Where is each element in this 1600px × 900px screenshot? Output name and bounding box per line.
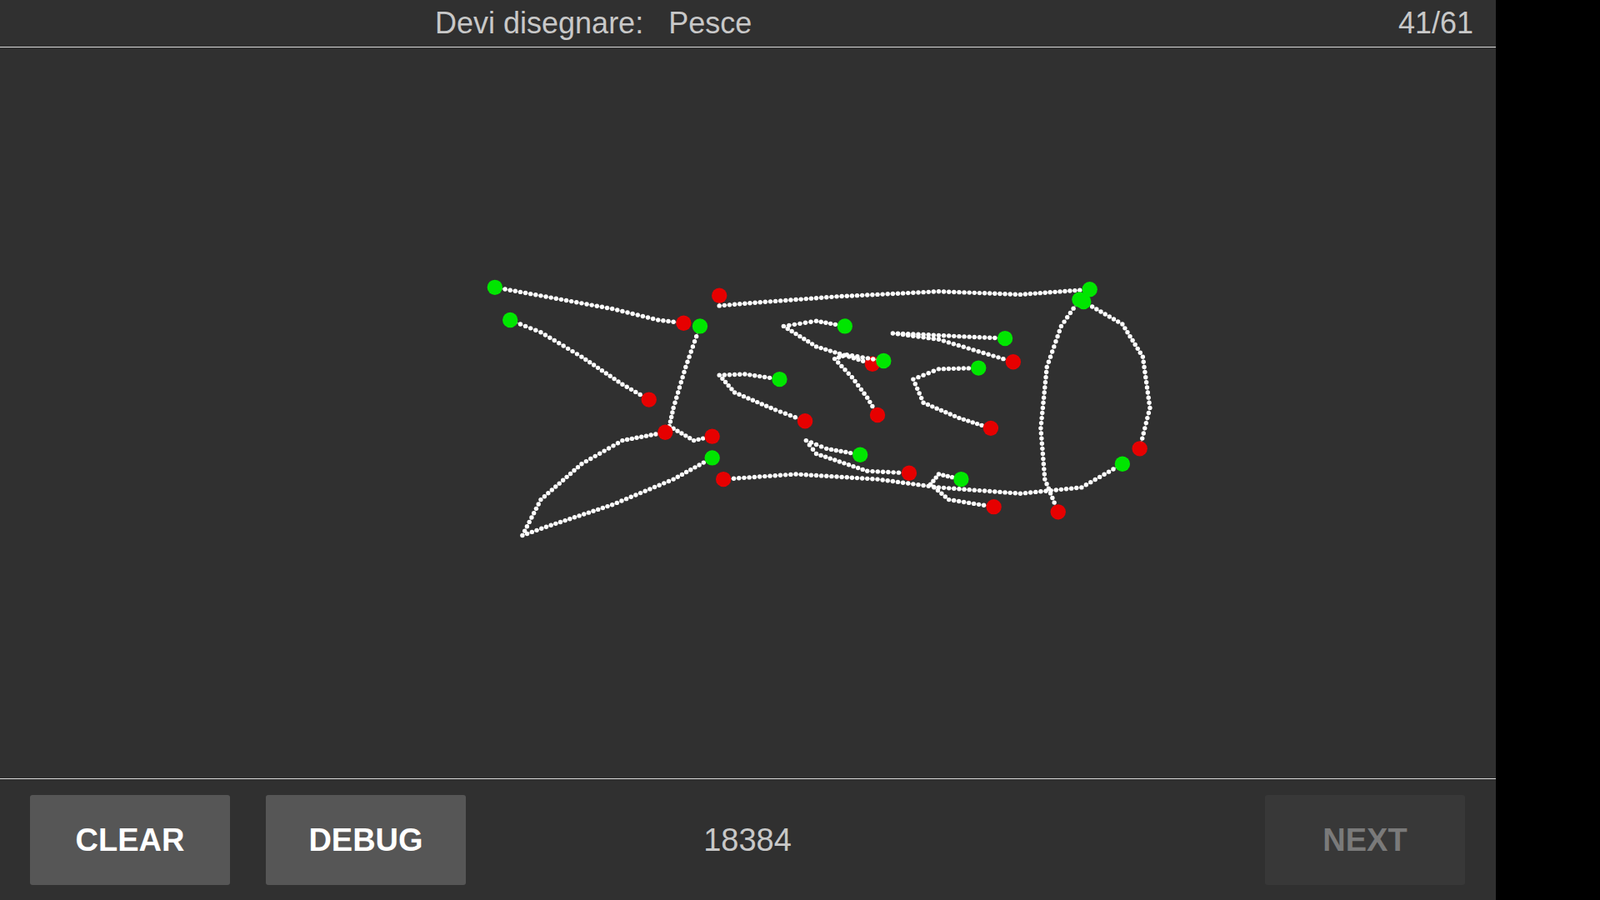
next-group: NEXT <box>791 795 1465 885</box>
stroke <box>890 330 1021 370</box>
screen: Devi disegnare: Pesce 41/61 CLEAR DEBUG 18384… <box>0 0 1600 900</box>
stroke <box>502 312 657 408</box>
stroke-end-dot <box>870 407 885 423</box>
prompt: Devi disegnare: Pesce <box>435 5 1399 41</box>
action-button[interactable]: CLEAR <box>30 795 230 885</box>
stroke-start-dot <box>502 312 518 328</box>
main-panel: Devi disegnare: Pesce 41/61 CLEAR DEBUG 18384… <box>0 0 1496 900</box>
stroke <box>520 425 720 539</box>
stroke-start-dot <box>704 450 720 465</box>
progress-counter: 41/61 <box>1398 5 1474 41</box>
prompt-label: Devi disegnare: <box>435 5 644 41</box>
stroke-end-dot <box>641 391 657 407</box>
stroke <box>832 352 892 423</box>
stroke-end-dot <box>657 425 673 440</box>
stroke <box>1038 291 1087 520</box>
stroke-start-dot <box>1115 456 1130 472</box>
stroke-start-dot <box>1075 294 1091 310</box>
stroke-start-dot <box>487 280 503 295</box>
button-group: CLEAR DEBUG <box>30 795 704 885</box>
stroke <box>804 438 918 481</box>
stroke-start-dot <box>852 447 868 463</box>
stroke <box>781 318 880 372</box>
prompt-word: Pesce <box>668 5 752 41</box>
stroke-start-dot <box>875 353 891 369</box>
stroke-end-dot <box>704 428 720 444</box>
stroke-end-dot <box>983 420 999 436</box>
stroke-end-dot <box>985 499 1001 515</box>
stroke-start-dot <box>997 330 1013 346</box>
stroke-start-dot <box>771 371 787 387</box>
stroke-start-dot <box>970 360 986 375</box>
stroke-end-dot <box>797 413 813 429</box>
stroke-end-dot <box>1131 440 1147 456</box>
stroke-end-dot <box>1050 504 1066 520</box>
stroke-end-dot <box>901 465 917 481</box>
drawing[interactable] <box>0 47 1496 779</box>
drawing-canvas[interactable] <box>0 47 1496 779</box>
stroke-start-dot <box>837 318 853 334</box>
stroke-end-dot <box>1005 354 1021 370</box>
stroke-end-dot <box>711 287 727 303</box>
action-button[interactable]: DEBUG <box>265 795 466 885</box>
score: 18384 <box>703 822 792 859</box>
header: Devi disegnare: Pesce 41/61 <box>0 0 1496 48</box>
side-strip <box>1495 0 1600 900</box>
next-button[interactable]: NEXT <box>1265 795 1465 885</box>
stroke-start-dot <box>692 318 708 334</box>
stroke <box>1075 294 1152 457</box>
footer: CLEAR DEBUG 18384 NEXT <box>0 778 1496 900</box>
stroke <box>928 471 1002 515</box>
stroke-start-dot <box>953 471 969 487</box>
stroke <box>910 360 999 436</box>
stroke <box>667 318 720 445</box>
stroke <box>711 281 1098 308</box>
stroke-end-dot <box>675 315 691 331</box>
stroke <box>717 371 814 430</box>
stroke <box>715 456 1130 496</box>
stroke-end-dot <box>715 471 731 487</box>
